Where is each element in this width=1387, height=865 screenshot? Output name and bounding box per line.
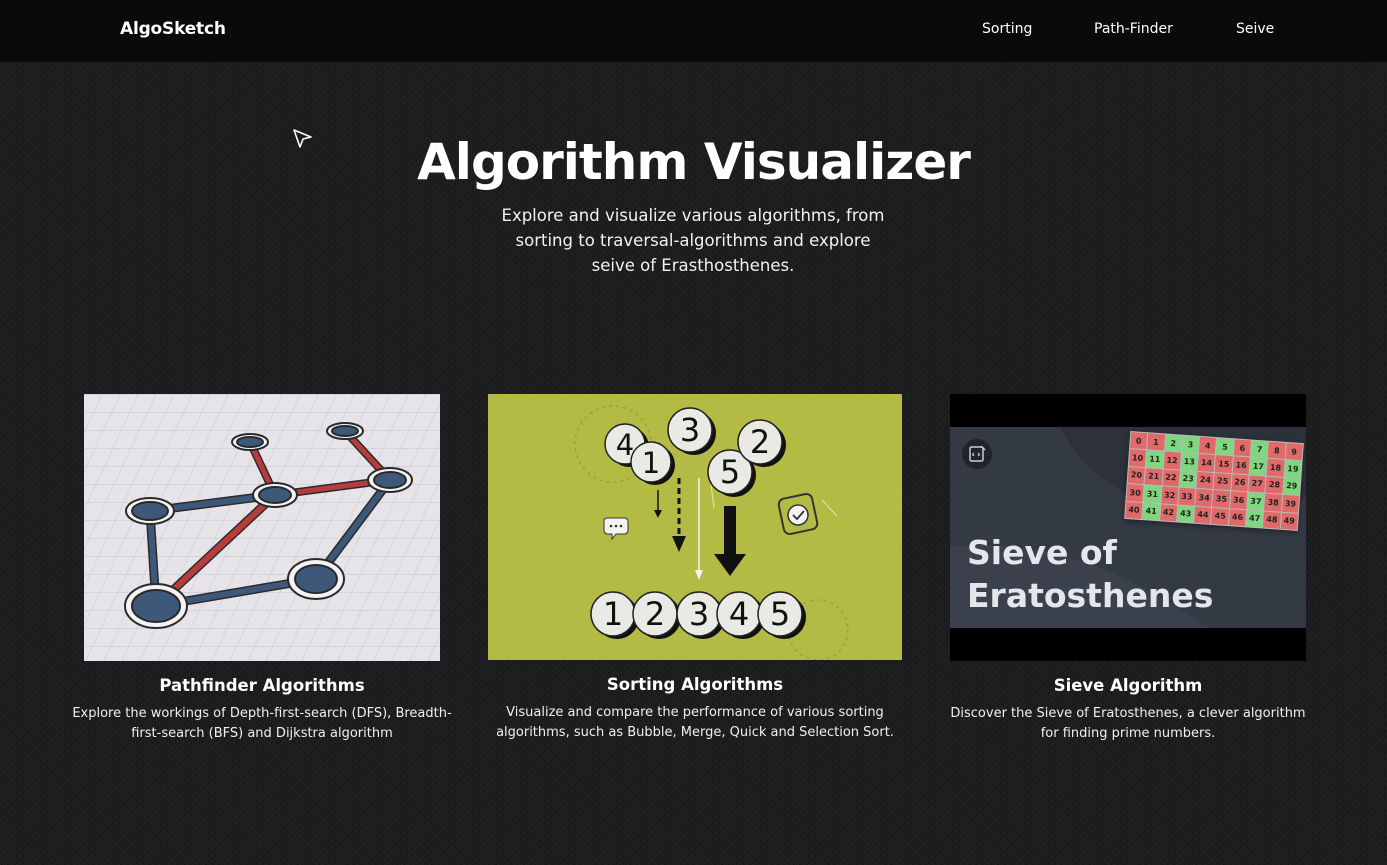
sieve-grid-cell: 5 — [1216, 438, 1234, 456]
card-title-sorting[interactable]: Sorting Algorithms — [488, 675, 902, 694]
sieve-grid-cell: 47 — [1246, 509, 1264, 528]
sieve-grid-cell: 4 — [1199, 436, 1217, 455]
page-subtitle: Explore and visualize various algorithms… — [501, 206, 885, 275]
sieve-number-grid: 0 1 2 3 4 5 6 7 8 9 10 11 12 13 14 15 16 17 18 19 20 21 22 23 24… — [1124, 431, 1304, 531]
sorting-illustration: 413521 2 3 4 5 — [574, 405, 849, 660]
card-title-pathfinder[interactable]: Pathfinder Algorithms — [84, 676, 440, 695]
sieve-grid-cell: 39 — [1281, 495, 1300, 513]
card-title-sieve[interactable]: Sieve Algorithm — [950, 676, 1306, 695]
svg-text:1: 1 — [642, 446, 660, 480]
sieve-caption-line1: Sieve of — [967, 533, 1117, 572]
card-description-sorting: Visualize and compare the performance of… — [496, 705, 894, 740]
sieve-grid-cell: 34 — [1195, 488, 1213, 507]
sieve-grid-cell: 35 — [1212, 490, 1231, 508]
sieve-grid-cell: 8 — [1268, 441, 1286, 460]
sieve-grid-cell: 32 — [1160, 486, 1179, 505]
sieve-caption: Sieve of Eratosthenes — [967, 531, 1213, 617]
sieve-grid-cell: 45 — [1211, 507, 1229, 526]
sieve-grid-cell: 16 — [1232, 456, 1250, 475]
scattered-number-ball: 1 — [630, 441, 675, 485]
sieve-grid-cell: 15 — [1215, 455, 1233, 473]
brand-logo[interactable]: AlgoSketch — [120, 19, 226, 39]
sieve-grid-cell: 18 — [1266, 459, 1285, 477]
sieve-grid-cell: 6 — [1233, 439, 1252, 457]
svg-text:5: 5 — [720, 453, 740, 491]
sieve-grid-cell: 42 — [1159, 503, 1178, 522]
sieve-grid-cell: 7 — [1250, 440, 1269, 459]
sorted-number-ball: 2 — [632, 591, 681, 639]
nav-link-sorting[interactable]: Sorting — [982, 21, 1032, 37]
sieve-grid-cell: 41 — [1142, 502, 1160, 521]
pathfinder-card-image[interactable] — [84, 394, 440, 661]
sieve-grid-cell: 30 — [1126, 484, 1144, 502]
sorting-card-image[interactable]: 4135212345 — [488, 394, 902, 660]
sieve-grid-cell: 37 — [1247, 492, 1265, 511]
navbar: AlgoSketch Sorting Path-Finder Seive — [0, 0, 1387, 62]
svg-text:4: 4 — [729, 595, 749, 633]
sieve-grid-cell: 22 — [1162, 469, 1180, 487]
sieve-grid-cell: 24 — [1196, 471, 1215, 490]
sieve-grid-cell: 13 — [1180, 453, 1199, 471]
sieve-grid-cell: 2 — [1164, 434, 1182, 453]
sieve-grid-cell: 10 — [1128, 449, 1147, 467]
sieve-grid-cell: 38 — [1264, 493, 1282, 512]
sieve-card-image[interactable]: 0 1 2 3 4 5 6 7 8 9 10 11 12 13 14 15 16 17 18 19 20 21 22 23 24… — [950, 394, 1306, 661]
graph-illustration — [84, 394, 440, 661]
sieve-thumbnail: 0 1 2 3 4 5 6 7 8 9 10 11 12 13 14 15 16 17 18 19 20 21 22 23 24… — [950, 427, 1306, 628]
sieve-grid-cell: 29 — [1282, 477, 1301, 496]
card-description-pathfinder: Explore the workings of Depth-first-sear… — [72, 706, 452, 741]
nav-link-seive[interactable]: Seive — [1236, 21, 1274, 37]
svg-text:3: 3 — [680, 411, 700, 449]
sieve-grid-cell: 33 — [1178, 487, 1196, 506]
sieve-grid-cell: 14 — [1197, 454, 1216, 472]
sieve-grid-cell: 11 — [1146, 450, 1164, 469]
svg-text:1: 1 — [603, 595, 623, 633]
sieve-grid-cell: 23 — [1179, 470, 1197, 488]
svg-text:2: 2 — [750, 423, 770, 461]
sieve-grid-cell: 20 — [1127, 466, 1146, 485]
sieve-grid-cell: 25 — [1213, 472, 1232, 491]
sieve-grid-cell: 19 — [1284, 460, 1302, 478]
code-editor-icon — [962, 439, 992, 469]
sieve-grid-cell: 40 — [1125, 501, 1143, 520]
sieve-grid-cell: 1 — [1147, 433, 1165, 451]
sieve-grid-cell: 36 — [1229, 491, 1248, 509]
page-title: Algorithm Visualizer — [417, 133, 971, 191]
sieve-grid-cell: 9 — [1285, 442, 1303, 461]
nav-link-path-finder[interactable]: Path-Finder — [1094, 21, 1173, 37]
sieve-grid-cell: 17 — [1249, 457, 1268, 476]
sieve-grid-cell: 46 — [1228, 508, 1247, 527]
sorted-number-ball: 1 — [590, 591, 639, 639]
sieve-grid-cell: 49 — [1280, 512, 1298, 530]
card-description-sieve: Discover the Sieve of Eratosthenes, a cl… — [950, 706, 1306, 741]
sieve-caption-line2: Eratosthenes — [967, 576, 1214, 615]
scattered-number-ball: 3 — [667, 407, 716, 455]
svg-text:2: 2 — [645, 595, 665, 633]
sieve-grid-cell: 3 — [1181, 435, 1200, 454]
svg-text:3: 3 — [689, 595, 709, 633]
sieve-grid-cell: 48 — [1263, 511, 1281, 529]
sieve-grid-cell: 27 — [1248, 475, 1266, 493]
sieve-grid-cell: 28 — [1265, 476, 1284, 494]
sieve-grid-cell: 43 — [1176, 505, 1195, 523]
sieve-grid-cell: 0 — [1130, 432, 1148, 450]
sorted-number-ball: 5 — [757, 591, 806, 639]
sieve-grid-cell: 31 — [1143, 485, 1162, 503]
sieve-grid-cell: 21 — [1144, 468, 1163, 486]
sieve-grid-cell: 26 — [1231, 474, 1249, 492]
sieve-grid-cell: 12 — [1163, 451, 1181, 470]
svg-text:5: 5 — [770, 595, 790, 633]
sieve-grid-cell: 44 — [1194, 506, 1212, 524]
